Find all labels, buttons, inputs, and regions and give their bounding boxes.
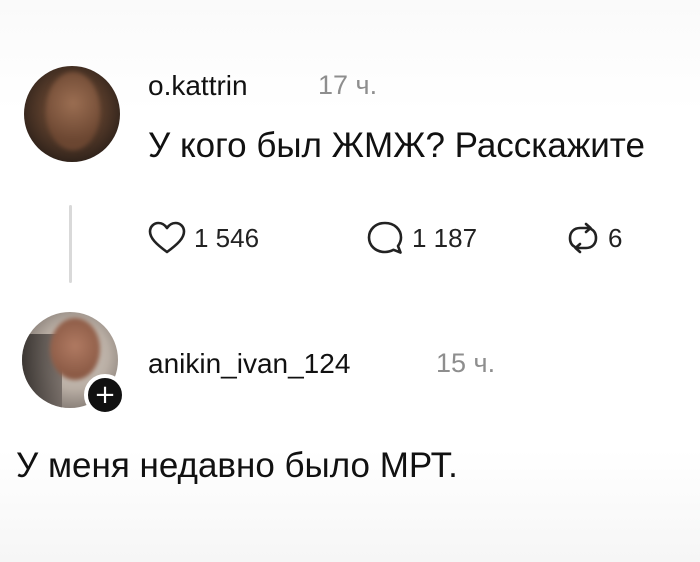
- blurred-face: [46, 72, 100, 150]
- post-username[interactable]: o.kattrin: [148, 70, 248, 102]
- post-text: У меня недавно было МРТ.: [16, 446, 458, 485]
- comment-count: 1 187: [412, 222, 478, 253]
- post-username[interactable]: anikin_ivan_124: [148, 348, 350, 380]
- post-text: У кого был ЖМЖ? Расскажите: [148, 126, 645, 165]
- follow-plus-icon[interactable]: +: [84, 374, 126, 416]
- blurred-face: [50, 318, 100, 380]
- post-timestamp: 17 ч.: [318, 70, 378, 100]
- heart-icon: [148, 221, 186, 255]
- repost-count: 6: [608, 222, 623, 253]
- like-count: 1 546: [194, 222, 260, 253]
- repost-button[interactable]: 6: [566, 220, 622, 256]
- speech-bubble-icon: [366, 220, 404, 256]
- comment-button[interactable]: 1 187: [366, 220, 477, 256]
- repost-icon: [566, 221, 600, 255]
- post-timestamp: 15 ч.: [436, 348, 496, 378]
- like-button[interactable]: 1 546: [148, 220, 259, 256]
- thread-screen: o.kattrin 17 ч. У кого был ЖМЖ? Расскажи…: [0, 0, 700, 562]
- avatar[interactable]: [24, 66, 120, 162]
- thread-line: [69, 205, 72, 283]
